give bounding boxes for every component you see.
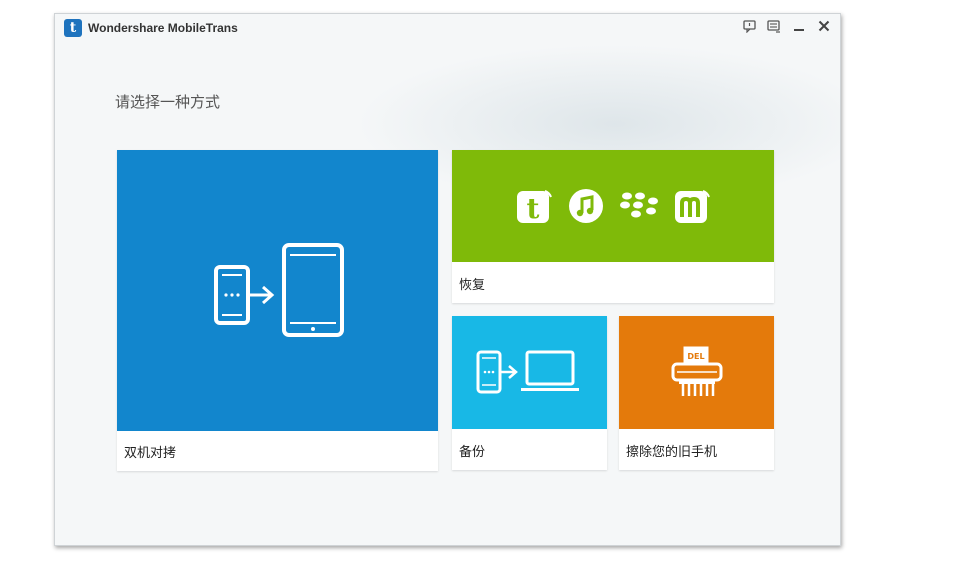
- menu-icon[interactable]: [766, 18, 782, 34]
- mobiletrans-icon: t: [517, 190, 552, 225]
- app-title: Wondershare MobileTrans: [88, 20, 238, 35]
- restore-tile[interactable]: t 恢复: [452, 150, 774, 303]
- restore-tile-face: t: [452, 150, 774, 262]
- phone-to-laptop-icon: [476, 350, 579, 393]
- backup-tile[interactable]: 备份: [452, 316, 607, 470]
- phone-transfer-tile-face: [117, 150, 438, 431]
- title-bar: t Wondershare MobileTrans: [55, 14, 840, 41]
- blackberry-icon: [620, 192, 658, 218]
- phone-transfer-label: 双机对拷: [124, 446, 177, 461]
- backup-label: 备份: [459, 445, 486, 460]
- itunes-icon: [569, 189, 603, 223]
- app-logo-icon: t: [64, 18, 82, 37]
- window-controls: [741, 18, 832, 34]
- svg-text:t: t: [527, 192, 540, 225]
- erase-tile[interactable]: DEL 擦除您的旧手机: [619, 316, 774, 470]
- restore-label: 恢复: [459, 278, 486, 293]
- page-prompt: 请选择一种方式: [115, 93, 221, 111]
- backup-tile-face: [452, 316, 607, 429]
- shredder-icon: DEL: [671, 345, 722, 396]
- phone-transfer-tile[interactable]: 双机对拷: [117, 150, 438, 471]
- mobilego-icon: [675, 190, 710, 223]
- app-window: t Wondershare MobileTrans 请选择一种方式 双机对拷 t…: [54, 13, 841, 546]
- close-icon[interactable]: [816, 18, 832, 34]
- minimize-icon[interactable]: [791, 18, 807, 34]
- del-icon-text: DEL: [687, 352, 704, 361]
- erase-tile-face: DEL: [619, 316, 774, 429]
- phone-to-tablet-icon: [213, 242, 344, 337]
- erase-label: 擦除您的旧手机: [626, 445, 718, 460]
- feedback-icon[interactable]: [741, 18, 757, 34]
